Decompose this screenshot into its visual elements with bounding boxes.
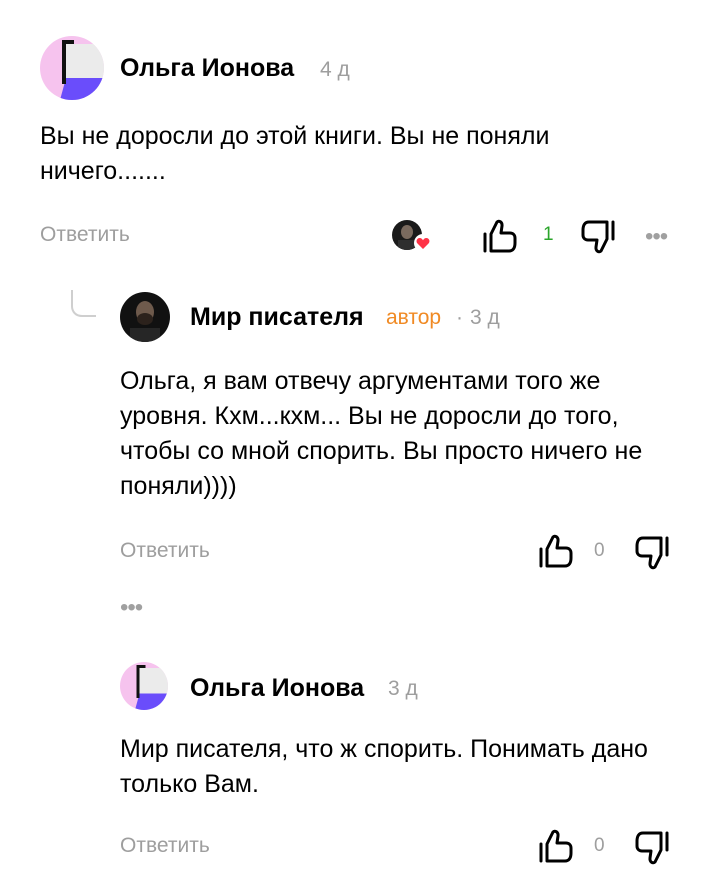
reply-button[interactable]: Ответить xyxy=(40,223,130,247)
comment-time: 3 д xyxy=(470,306,500,329)
thumbs-up-icon[interactable] xyxy=(538,533,574,569)
like-count: 1 xyxy=(543,224,554,245)
comment-text: Ольга, я вам отвечу аргументами того же … xyxy=(120,367,643,500)
avatar[interactable] xyxy=(40,36,104,100)
comment-text: Мир писателя, что ж спорить. Понимать да… xyxy=(120,735,648,798)
like-count: 0 xyxy=(594,540,605,561)
comment-author[interactable]: Ольга Ионова xyxy=(190,674,364,703)
avatar[interactable] xyxy=(120,292,170,342)
thumbs-up-icon[interactable] xyxy=(538,828,574,864)
comment-time: 3 д xyxy=(388,677,418,700)
separator-dot: · xyxy=(456,306,463,329)
reply-button[interactable]: Ответить xyxy=(120,539,210,563)
more-options-button[interactable]: ••• xyxy=(645,225,668,249)
comment-author[interactable]: Ольга Ионова xyxy=(120,54,294,83)
thumbs-up-icon[interactable] xyxy=(482,218,518,254)
thread-line xyxy=(70,290,100,320)
heart-icon xyxy=(414,234,432,252)
show-more-replies-button[interactable]: ••• xyxy=(120,596,143,620)
author-badge: автор xyxy=(386,306,442,329)
like-count: 0 xyxy=(594,835,605,856)
thumbs-down-icon[interactable] xyxy=(634,535,670,571)
thumbs-down-icon[interactable] xyxy=(634,830,670,866)
comment-text: Вы не доросли до этой книги. Вы не понял… xyxy=(40,122,550,185)
reply-button[interactable]: Ответить xyxy=(120,834,210,858)
thumbs-down-icon[interactable] xyxy=(580,219,616,255)
comment-time: 4 д xyxy=(320,58,350,81)
avatar[interactable] xyxy=(120,662,168,710)
comment-author[interactable]: Мир писателя xyxy=(190,303,364,332)
